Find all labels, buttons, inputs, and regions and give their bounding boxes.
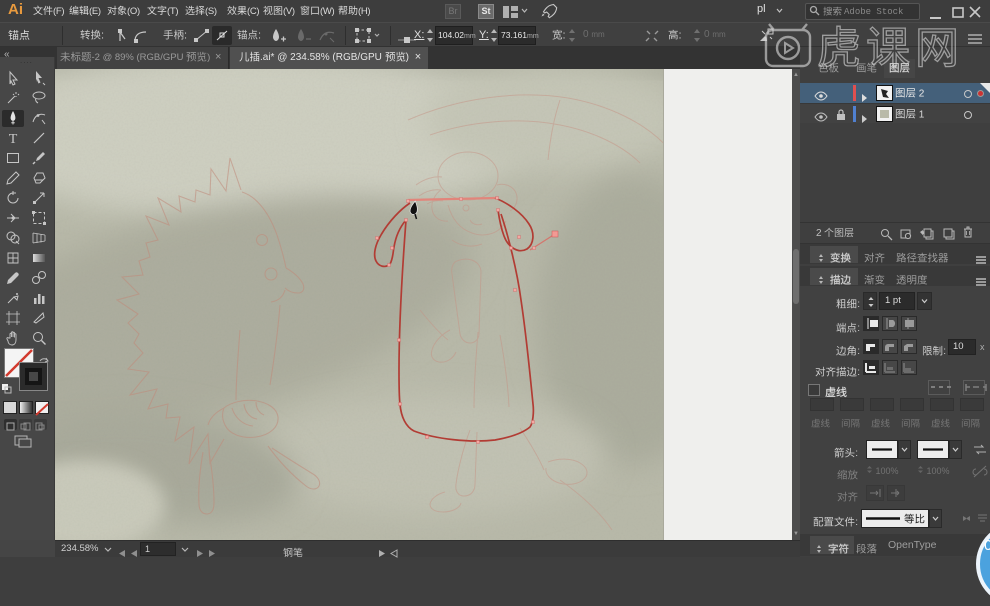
svg-text:T: T bbox=[9, 132, 18, 147]
